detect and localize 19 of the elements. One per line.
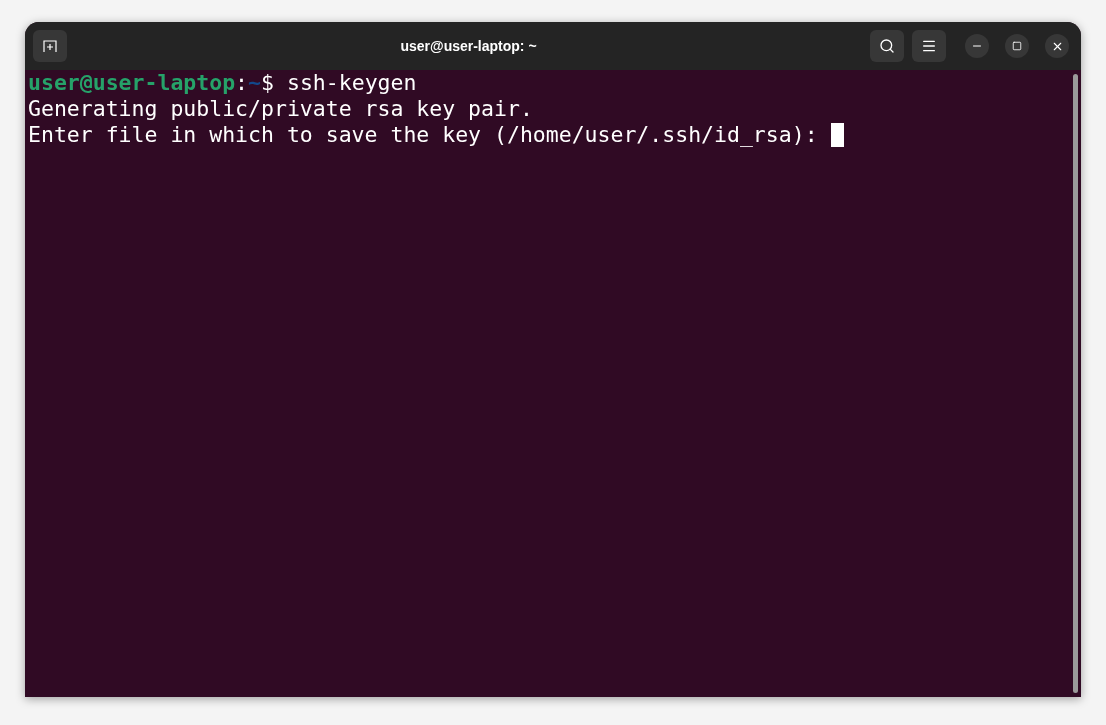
output-line: Generating public/private rsa key pair. <box>28 96 533 122</box>
search-icon <box>879 38 895 54</box>
command-text: ssh-keygen <box>286 70 417 96</box>
prompt-user-host: user@user-laptop <box>28 70 236 96</box>
output-line: Enter file in which to save the key (/home/user/.ssh/id_rsa): <box>28 122 818 148</box>
scrollbar[interactable] <box>1073 74 1078 693</box>
prompt-symbol: $ <box>261 70 274 96</box>
maximize-icon <box>1012 41 1022 51</box>
search-button[interactable] <box>870 30 904 62</box>
prompt-path: ~ <box>248 70 261 96</box>
menu-icon <box>921 38 937 54</box>
menu-button[interactable] <box>912 30 946 62</box>
minimize-button[interactable] <box>965 34 989 58</box>
prompt-separator: : <box>235 70 249 96</box>
maximize-button[interactable] <box>1005 34 1029 58</box>
new-tab-icon <box>42 38 58 54</box>
window-title: user@user-laptop: ~ <box>399 36 538 56</box>
new-tab-button[interactable] <box>33 30 67 62</box>
close-button[interactable] <box>1045 34 1069 58</box>
